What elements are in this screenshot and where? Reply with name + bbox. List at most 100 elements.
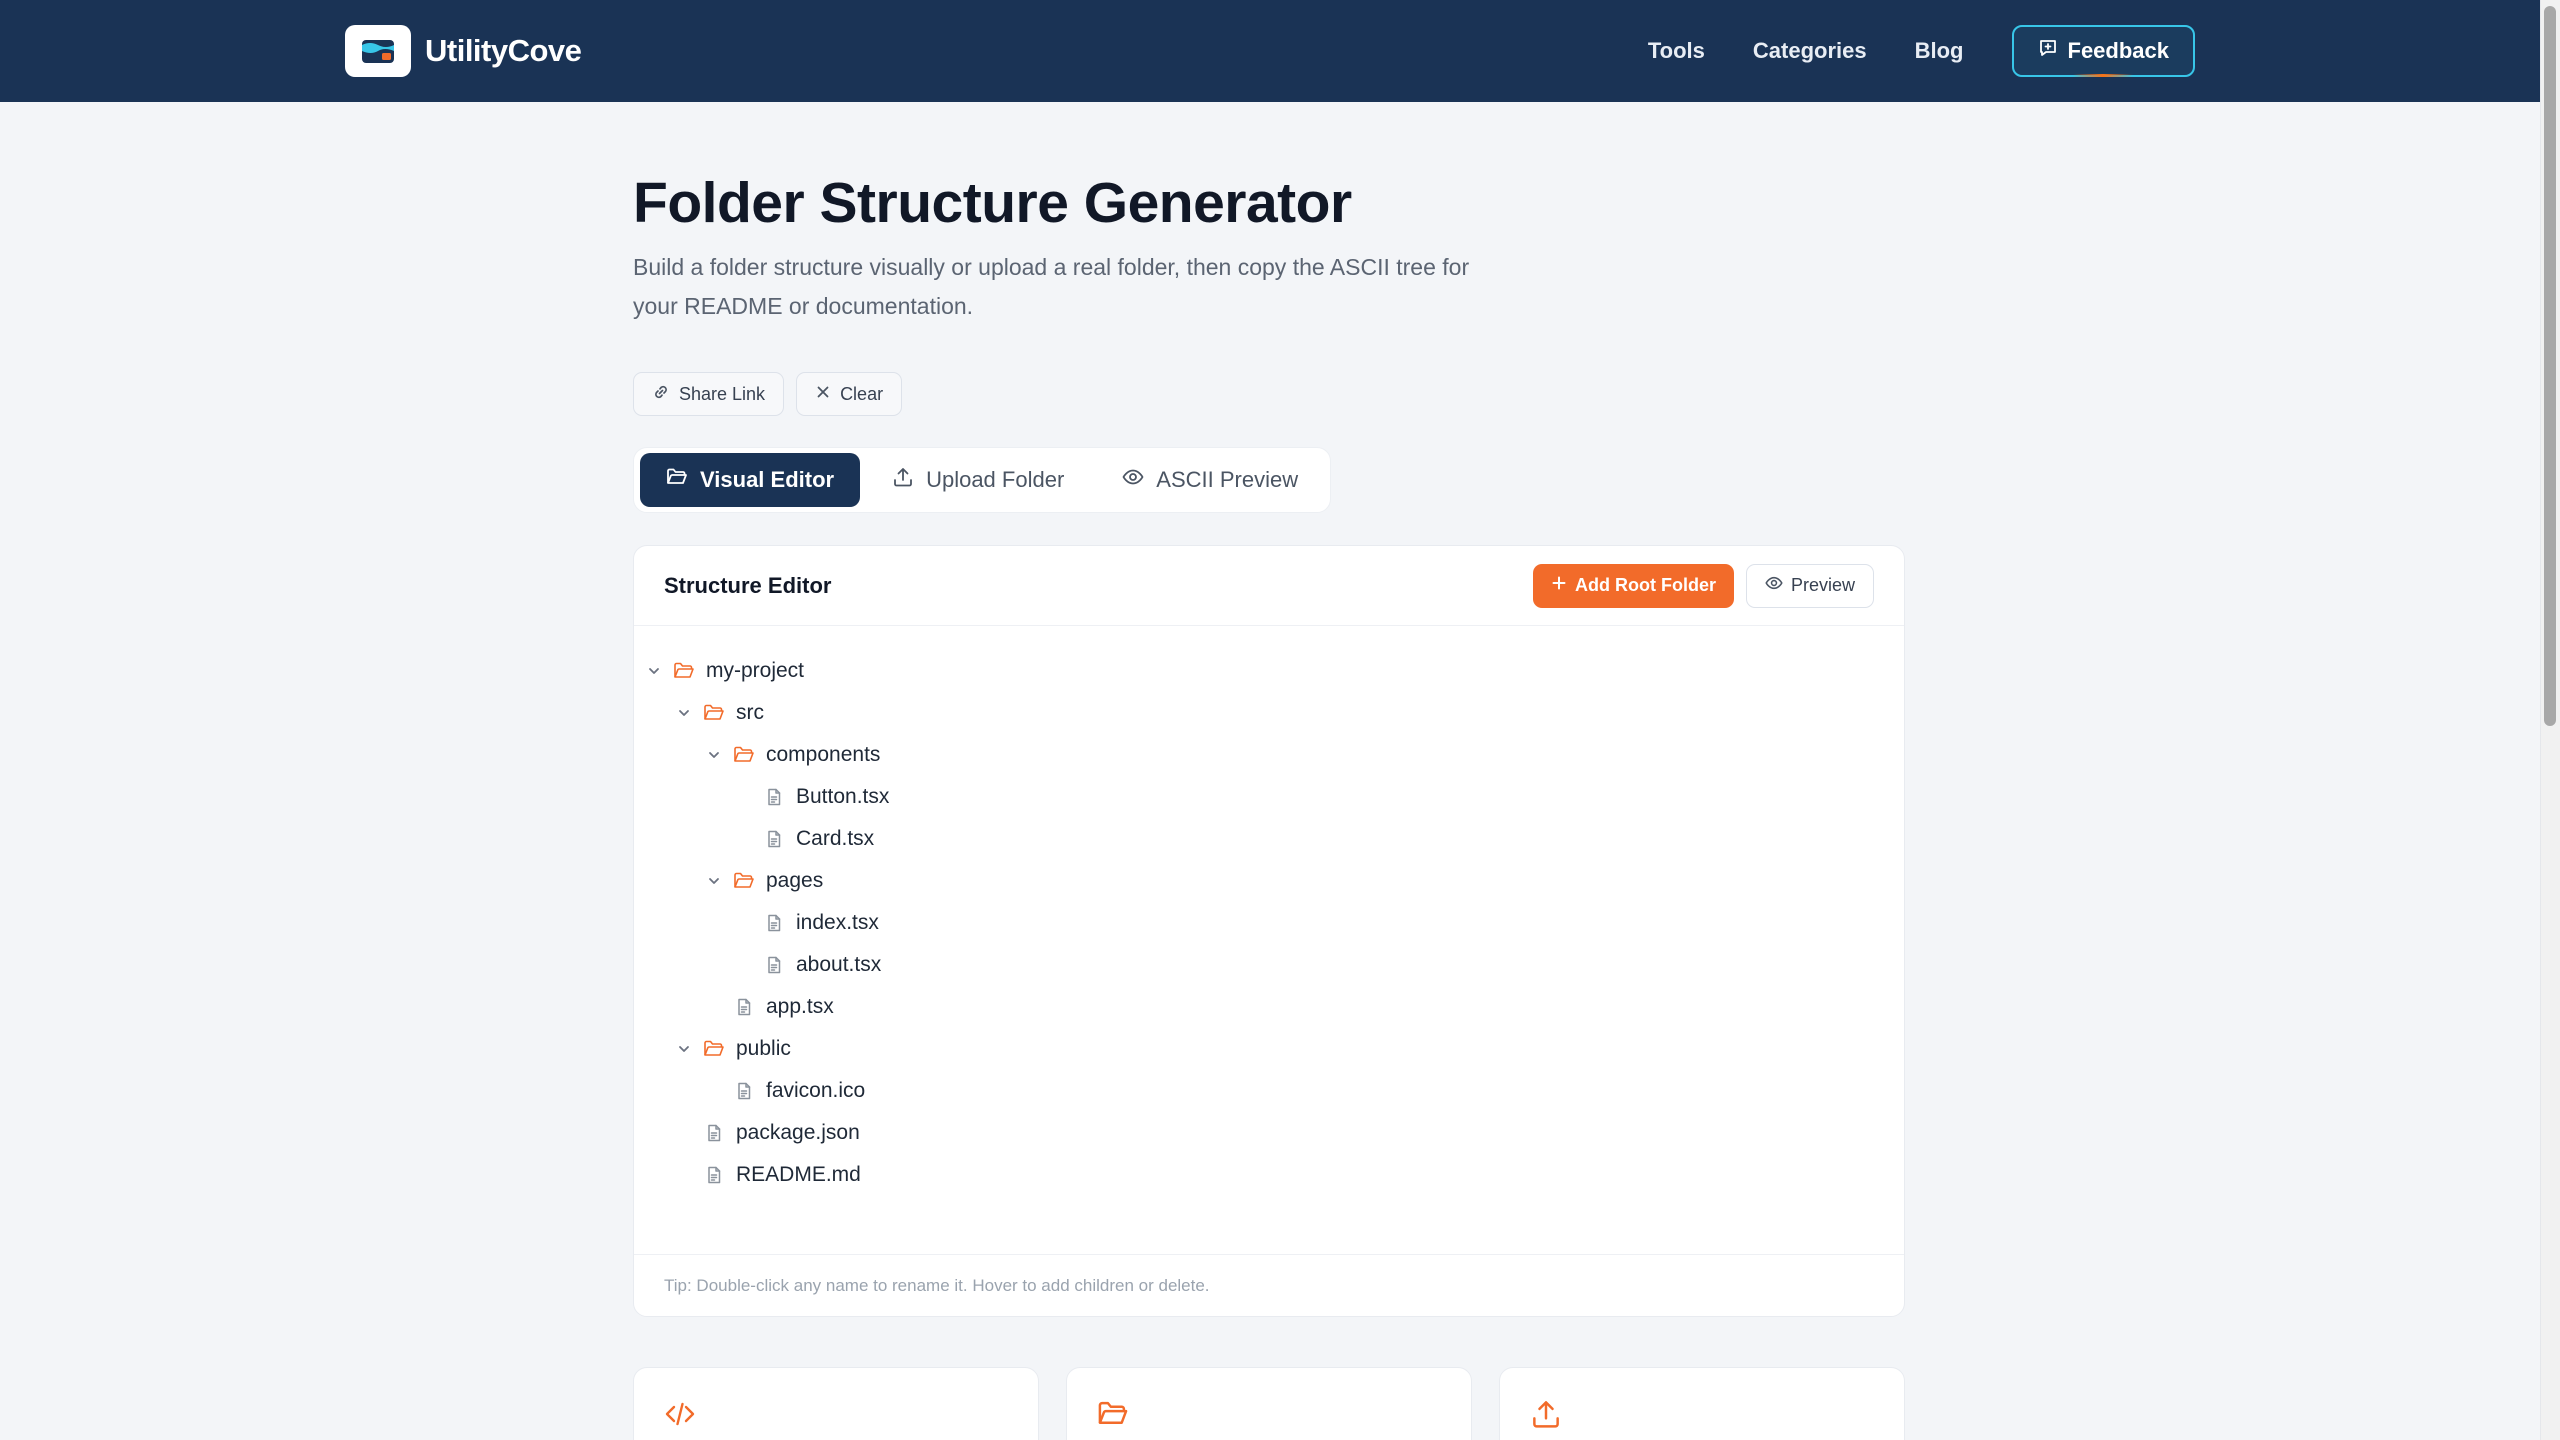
chevron-down-icon[interactable]	[706, 873, 722, 889]
tree-item-name[interactable]: app.tsx	[766, 995, 834, 1019]
page-title: Folder Structure Generator	[633, 171, 1352, 235]
tree-file-row[interactable]: Button.tsx	[646, 776, 1904, 818]
tree-item-name[interactable]: about.tsx	[796, 953, 881, 977]
page-description: Build a folder structure visually or upl…	[633, 254, 1470, 319]
tree-item-name[interactable]: pages	[766, 869, 823, 893]
tree-item-name[interactable]: README.md	[736, 1163, 861, 1187]
main-nav: Tools Categories Blog Feedback	[1648, 25, 2195, 77]
nav-categories[interactable]: Categories	[1753, 38, 1867, 64]
tree-folder-row[interactable]: src	[646, 692, 1904, 734]
folder-open-icon	[702, 701, 726, 725]
tree-file-row[interactable]: package.json	[646, 1112, 1904, 1154]
file-icon	[762, 953, 786, 977]
tree-item-name[interactable]: favicon.ico	[766, 1079, 865, 1103]
share-link-label: Share Link	[679, 383, 766, 404]
tree-folder-row[interactable]: my-project	[646, 650, 1904, 692]
preview-label: Preview	[1790, 575, 1855, 595]
tree-folder-row[interactable]: components	[646, 734, 1904, 776]
tree-file-row[interactable]: about.tsx	[646, 944, 1904, 986]
tree-file-row[interactable]: index.tsx	[646, 902, 1904, 944]
tree-item-name[interactable]: public	[736, 1037, 791, 1061]
folder-open-icon	[1097, 1398, 1129, 1435]
tree-file-row[interactable]: favicon.ico	[646, 1070, 1904, 1112]
file-icon	[702, 1163, 726, 1187]
tree-file-row[interactable]: app.tsx	[646, 986, 1904, 1028]
brand-name: UtilityCove	[425, 33, 582, 68]
file-icon	[762, 785, 786, 809]
file-icon	[702, 1121, 726, 1145]
editor-tabs: Visual Editor Upload Folder ASCII Previe…	[633, 447, 1332, 513]
plus-icon	[1551, 575, 1567, 596]
close-icon	[815, 384, 831, 405]
chevron-down-icon[interactable]	[676, 1041, 692, 1057]
file-icon	[762, 827, 786, 851]
brand[interactable]: UtilityCove	[345, 25, 582, 77]
structure-editor-card: Structure Editor Add Root Folder Preview…	[633, 545, 1905, 1317]
feedback-button[interactable]: Feedback	[2011, 25, 2195, 77]
tree-item-name[interactable]: package.json	[736, 1121, 860, 1145]
folder-open-icon	[666, 466, 688, 494]
tab-upload-folder-label: Upload Folder	[926, 467, 1065, 492]
brand-logo-icon	[345, 25, 411, 77]
nav-blog[interactable]: Blog	[1915, 38, 1964, 64]
structure-editor-header: Structure Editor Add Root Folder Preview	[634, 546, 1904, 626]
feature-card	[633, 1367, 1039, 1440]
tree-item-name[interactable]: index.tsx	[796, 911, 879, 935]
code-icon	[664, 1398, 696, 1435]
clear-label: Clear	[840, 383, 884, 404]
feature-card	[1499, 1367, 1905, 1440]
tree-item-name[interactable]: Card.tsx	[796, 827, 874, 851]
tree-item-name[interactable]: src	[736, 701, 764, 725]
tree-folder-row[interactable]: pages	[646, 860, 1904, 902]
preview-button[interactable]: Preview	[1745, 563, 1874, 608]
upload-icon	[1530, 1398, 1562, 1435]
chevron-down-icon[interactable]	[676, 705, 692, 721]
folder-open-icon	[672, 659, 696, 683]
feature-card	[1066, 1367, 1472, 1440]
tree-item-name[interactable]: Button.tsx	[796, 785, 889, 809]
tab-upload-folder[interactable]: Upload Folder	[866, 453, 1090, 507]
page-scrollbar[interactable]	[2540, 0, 2560, 1440]
upload-icon	[892, 466, 914, 494]
folder-open-icon	[732, 743, 756, 767]
file-icon	[732, 995, 756, 1019]
tree-item-name[interactable]: components	[766, 743, 880, 767]
file-icon	[732, 1079, 756, 1103]
editor-tip: Tip: Double-click any name to rename it.…	[634, 1254, 1904, 1316]
share-link-button[interactable]: Share Link	[633, 372, 785, 416]
structure-editor-actions: Add Root Folder Preview	[1532, 563, 1874, 608]
tab-visual-editor-label: Visual Editor	[700, 467, 835, 492]
add-root-folder-label: Add Root Folder	[1574, 575, 1716, 595]
top-navbar: UtilityCove Tools Categories Blog Feedba…	[0, 0, 2540, 102]
feedback-label: Feedback	[2067, 38, 2170, 63]
tree-folder-row[interactable]: public	[646, 1028, 1904, 1070]
nav-tools[interactable]: Tools	[1648, 38, 1705, 64]
page-actions: Share Link Clear	[633, 372, 903, 416]
feedback-icon	[2038, 38, 2058, 64]
folder-open-icon	[702, 1037, 726, 1061]
structure-editor-title: Structure Editor	[664, 572, 832, 598]
link-icon	[652, 383, 670, 406]
tree-item-name[interactable]: my-project	[706, 659, 804, 683]
clear-button[interactable]: Clear	[796, 372, 903, 416]
tree-file-row[interactable]: README.md	[646, 1154, 1904, 1196]
eye-icon	[1122, 466, 1144, 494]
tab-ascii-preview[interactable]: ASCII Preview	[1096, 453, 1324, 507]
folder-tree: my-project src components Button.tsx Card.ts…	[634, 626, 1904, 1196]
tab-ascii-preview-label: ASCII Preview	[1156, 467, 1299, 492]
file-icon	[762, 911, 786, 935]
chevron-down-icon[interactable]	[646, 663, 662, 679]
chevron-down-icon[interactable]	[706, 747, 722, 763]
tree-file-row[interactable]: Card.tsx	[646, 818, 1904, 860]
tab-visual-editor[interactable]: Visual Editor	[640, 453, 861, 507]
add-root-folder-button[interactable]: Add Root Folder	[1532, 563, 1734, 608]
scrollbar-thumb[interactable]	[2544, 6, 2556, 726]
